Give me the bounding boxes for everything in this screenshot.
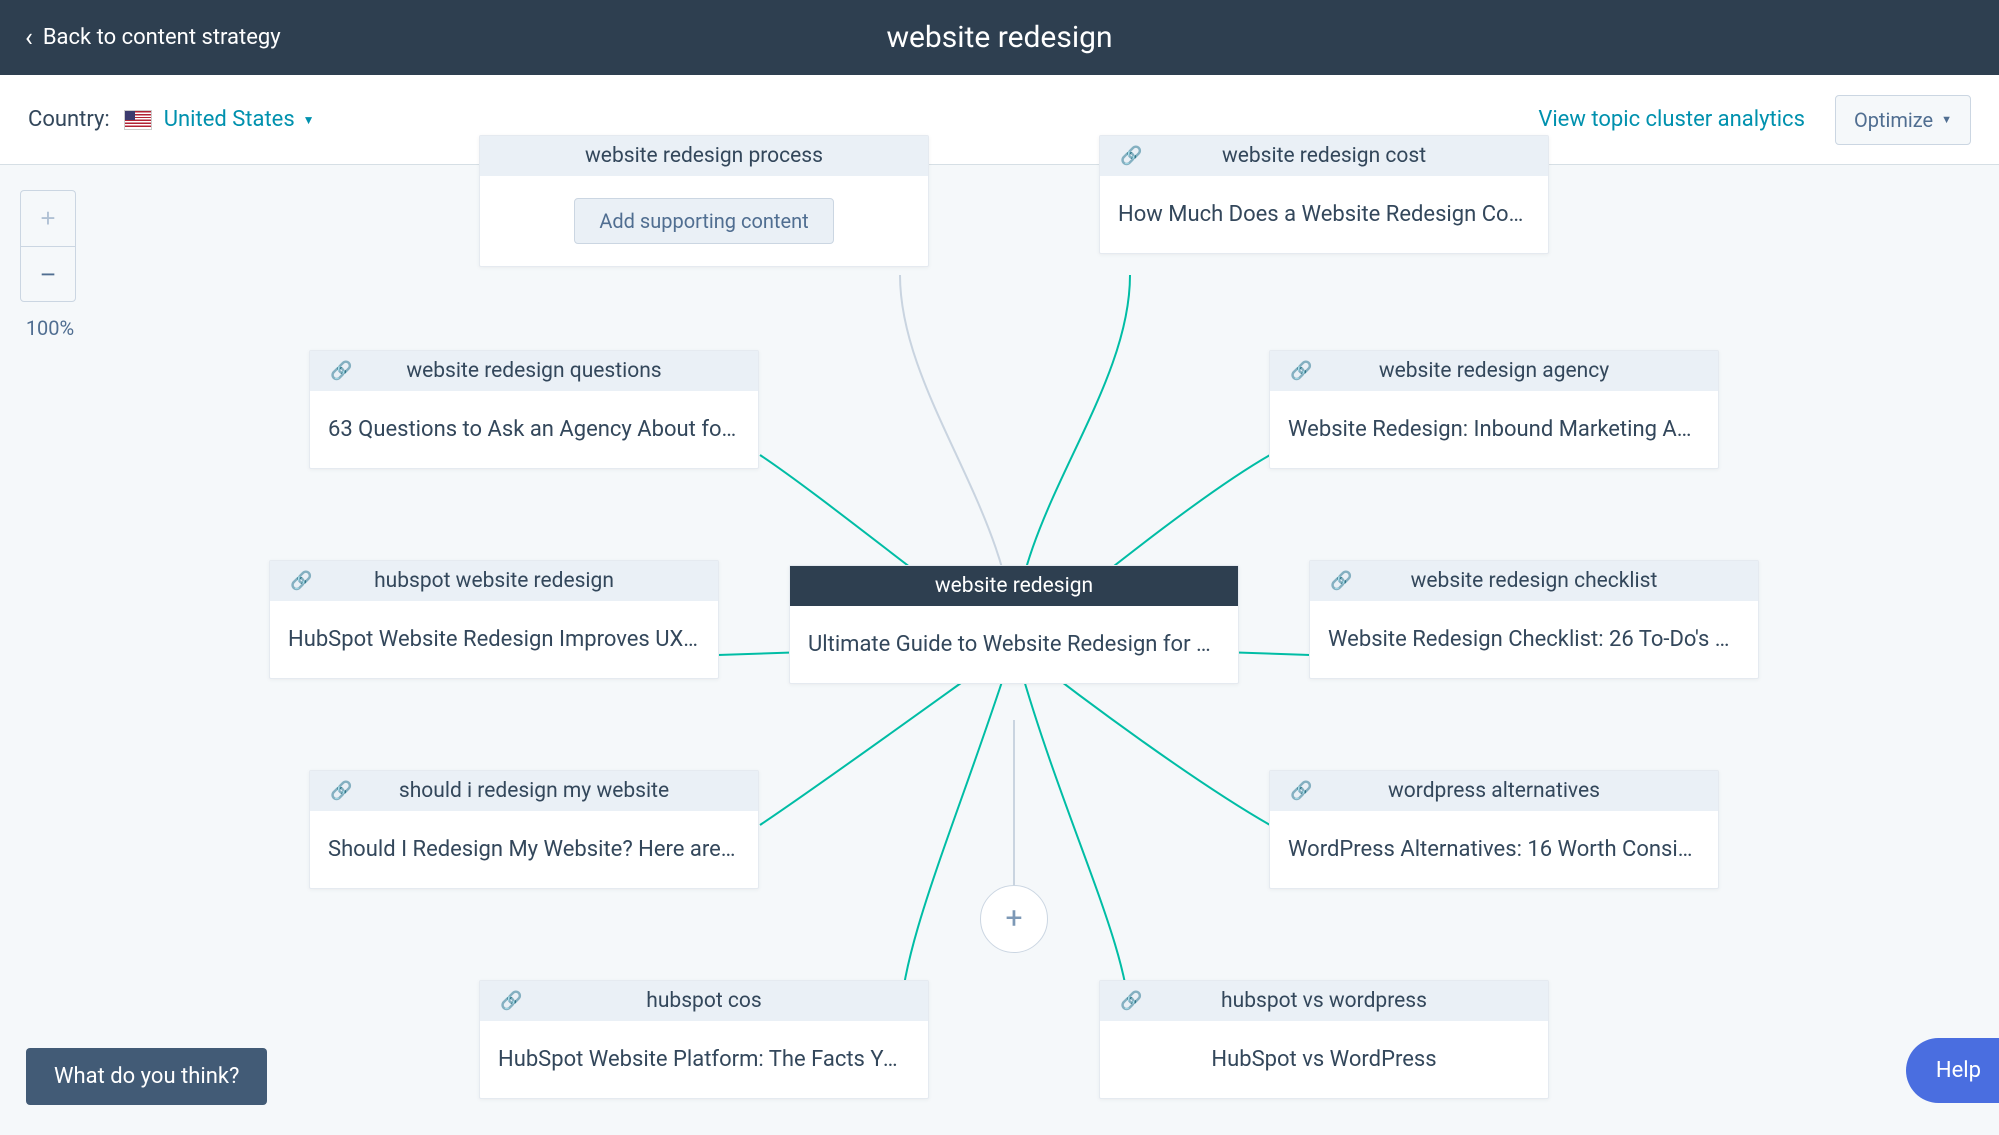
- pillar-node[interactable]: website redesign Ultimate Guide to Websi…: [789, 565, 1239, 684]
- country-value: United States: [164, 107, 295, 132]
- link-icon: 🔗: [1290, 781, 1312, 802]
- node-head: 🔗 should i redesign my website: [310, 771, 758, 811]
- cluster-canvas[interactable]: + − 100% website redesign Ultimate Guide…: [0, 165, 1999, 1135]
- node-body: HubSpot Website Platform: The Facts You …: [480, 1021, 928, 1098]
- link-icon: 🔗: [500, 991, 522, 1012]
- chevron-down-icon: ▼: [303, 113, 315, 127]
- optimize-label: Optimize: [1854, 108, 1933, 132]
- feedback-button[interactable]: What do you think?: [26, 1048, 267, 1105]
- link-icon: 🔗: [290, 571, 312, 592]
- node-head: 🔗 website redesign agency: [1270, 351, 1718, 391]
- node-head: 🔗 hubspot cos: [480, 981, 928, 1021]
- link-icon: 🔗: [330, 781, 352, 802]
- link-icon: 🔗: [1120, 991, 1142, 1012]
- link-icon: 🔗: [330, 361, 352, 382]
- link-icon: 🔗: [1120, 146, 1142, 167]
- node-head: 🔗 hubspot vs wordpress: [1100, 981, 1548, 1021]
- node-website-redesign-checklist[interactable]: 🔗 website redesign checklist Website Red…: [1309, 560, 1759, 679]
- pillar-head: website redesign: [790, 566, 1238, 606]
- node-website-redesign-agency[interactable]: 🔗 website redesign agency Website Redesi…: [1269, 350, 1719, 469]
- node-head: 🔗 website redesign cost: [1100, 136, 1548, 176]
- node-hubspot-vs-wordpress[interactable]: 🔗 hubspot vs wordpress HubSpot vs WordPr…: [1099, 980, 1549, 1099]
- country-label: Country:: [28, 107, 110, 132]
- link-icon: 🔗: [1290, 361, 1312, 382]
- back-to-content-strategy[interactable]: ‹ Back to content strategy: [25, 25, 281, 51]
- node-head: 🔗 hubspot website redesign: [270, 561, 718, 601]
- page-title: website redesign: [886, 20, 1112, 55]
- node-hubspot-website-redesign[interactable]: 🔗 hubspot website redesign HubSpot Websi…: [269, 560, 719, 679]
- zoom-out-button[interactable]: −: [20, 246, 76, 302]
- node-head: 🔗 wordpress alternatives: [1270, 771, 1718, 811]
- node-body: HubSpot Website Redesign Improves UX, …: [270, 601, 718, 678]
- node-should-i-redesign[interactable]: 🔗 should i redesign my website Should I …: [309, 770, 759, 889]
- link-icon: 🔗: [1330, 571, 1352, 592]
- node-website-redesign-cost[interactable]: 🔗 website redesign cost How Much Does a …: [1099, 135, 1549, 254]
- add-supporting-content-button[interactable]: Add supporting content: [574, 198, 833, 244]
- node-body: WordPress Alternatives: 16 Worth Consid…: [1270, 811, 1718, 888]
- help-button[interactable]: Help: [1906, 1038, 1999, 1103]
- chevron-down-icon: ▼: [1941, 113, 1952, 126]
- node-hubspot-cos[interactable]: 🔗 hubspot cos HubSpot Website Platform: …: [479, 980, 929, 1099]
- node-body: Website Redesign: Inbound Marketing Ag…: [1270, 391, 1718, 468]
- us-flag-icon: [124, 110, 152, 130]
- add-subtopic-button[interactable]: +: [980, 885, 1048, 953]
- zoom-in-button[interactable]: +: [20, 190, 76, 246]
- app-header: ‹ Back to content strategy website redes…: [0, 0, 1999, 75]
- node-head: website redesign process: [480, 136, 928, 176]
- zoom-level: 100%: [20, 316, 80, 340]
- view-analytics-link[interactable]: View topic cluster analytics: [1538, 107, 1805, 132]
- optimize-dropdown[interactable]: Optimize ▼: [1835, 95, 1971, 145]
- node-website-redesign-questions[interactable]: 🔗 website redesign questions 63 Question…: [309, 350, 759, 469]
- node-head: 🔗 website redesign questions: [310, 351, 758, 391]
- back-label: Back to content strategy: [43, 25, 281, 50]
- sub-toolbar: Country: United States ▼ View topic clus…: [0, 75, 1999, 165]
- country-selector: Country: United States ▼: [28, 107, 315, 132]
- node-body: Website Redesign Checklist: 26 To-Do's B…: [1310, 601, 1758, 678]
- node-body: 63 Questions to Ask an Agency About for …: [310, 391, 758, 468]
- country-dropdown[interactable]: United States ▼: [164, 107, 315, 132]
- node-body: Should I Redesign My Website? Here are …: [310, 811, 758, 888]
- node-website-redesign-process[interactable]: website redesign process Add supporting …: [479, 135, 929, 267]
- node-wordpress-alternatives[interactable]: 🔗 wordpress alternatives WordPress Alter…: [1269, 770, 1719, 889]
- chevron-left-icon: ‹: [25, 25, 33, 51]
- node-head: 🔗 website redesign checklist: [1310, 561, 1758, 601]
- zoom-controls: + − 100%: [20, 190, 80, 340]
- node-body: HubSpot vs WordPress: [1100, 1021, 1548, 1098]
- node-body: How Much Does a Website Redesign Cost?: [1100, 176, 1548, 253]
- pillar-body: Ultimate Guide to Website Redesign for B…: [790, 606, 1238, 683]
